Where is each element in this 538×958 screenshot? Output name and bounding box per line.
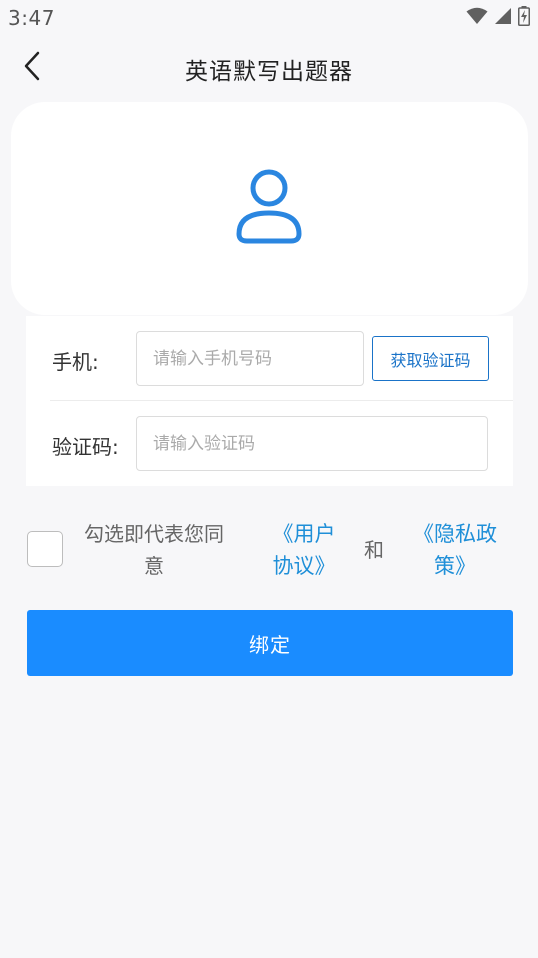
agreement: 勾选即代表您同意 《用户协议》 和 《隐私政策》 xyxy=(26,516,513,582)
page-title: 英语默写出题器 xyxy=(185,59,353,85)
agreement-text: 勾选即代表您同意 xyxy=(84,522,224,578)
signal-icon xyxy=(494,7,512,25)
get-code-button[interactable]: 获取验证码 xyxy=(372,336,489,381)
user-agreement-link[interactable]: 《用户协议》 xyxy=(264,518,344,582)
code-row: 验证码: xyxy=(26,401,513,486)
status-icons xyxy=(466,6,530,26)
status-time: 3:47 xyxy=(8,6,55,30)
phone-row: 手机: 获取验证码 xyxy=(26,316,513,401)
bind-form: 手机: 获取验证码 验证码: xyxy=(26,316,513,486)
app-header: 英语默写出题器 xyxy=(0,36,538,100)
wifi-icon xyxy=(466,7,488,25)
privacy-policy-link[interactable]: 《隐私政策》 xyxy=(411,518,499,582)
phone-label: 手机: xyxy=(52,350,99,374)
status-bar: 3:47 xyxy=(0,0,538,36)
agreement-checkbox[interactable] xyxy=(27,531,63,567)
phone-input[interactable] xyxy=(136,331,364,386)
battery-icon xyxy=(518,6,530,26)
avatar-card xyxy=(11,102,528,315)
code-input[interactable] xyxy=(136,416,488,471)
and-text: 和 xyxy=(364,538,384,562)
code-label: 验证码: xyxy=(52,435,119,459)
bind-button[interactable]: 绑定 xyxy=(27,610,513,676)
user-icon xyxy=(235,168,303,248)
